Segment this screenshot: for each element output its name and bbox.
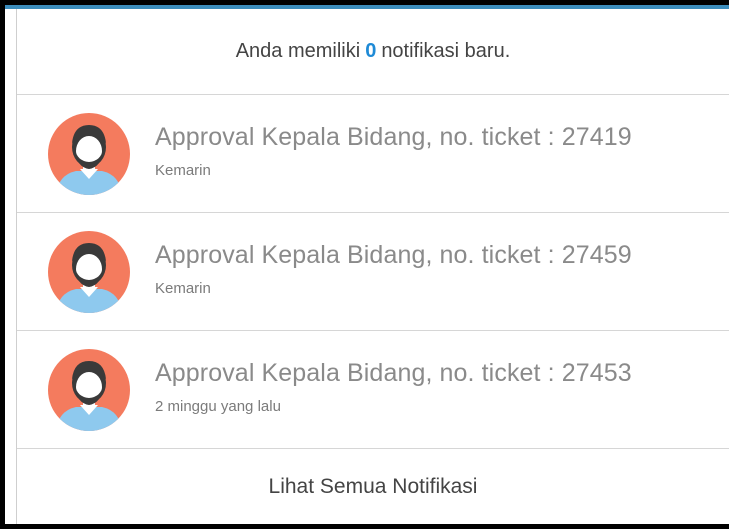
notification-text: Approval Kepala Bidang, no. ticket : 274… xyxy=(155,123,632,179)
user-avatar-icon xyxy=(48,112,130,195)
notification-title: Approval Kepala Bidang, no. ticket : 274… xyxy=(155,358,632,387)
notification-time: 2 minggu yang lalu xyxy=(155,397,281,415)
notification-text: Approval Kepala Bidang, no. ticket : 274… xyxy=(155,241,632,297)
view-all-notifications-link[interactable]: Lihat Semua Notifikasi xyxy=(17,449,729,524)
notification-header: Anda memiliki 0 notifikasi baru. xyxy=(17,9,729,95)
notification-title: Approval Kepala Bidang, no. ticket : 274… xyxy=(155,122,632,151)
notification-item[interactable]: Approval Kepala Bidang, no. ticket : 274… xyxy=(17,95,729,213)
notification-item[interactable]: Approval Kepala Bidang, no. ticket : 274… xyxy=(17,331,729,449)
user-avatar-icon xyxy=(48,348,130,431)
notification-title: Approval Kepala Bidang, no. ticket : 274… xyxy=(155,240,632,269)
notification-time: Kemarin xyxy=(155,279,211,297)
notification-time: Kemarin xyxy=(155,161,211,179)
notification-window-frame: Anda memiliki 0 notifikasi baru. Approva… xyxy=(0,0,729,529)
notification-item[interactable]: Approval Kepala Bidang, no. ticket : 274… xyxy=(17,213,729,331)
user-avatar-icon xyxy=(48,230,130,313)
header-suffix: notifikasi baru. xyxy=(381,40,511,62)
notification-text: Approval Kepala Bidang, no. ticket : 274… xyxy=(155,359,632,415)
notification-count: 0 xyxy=(365,40,377,62)
notification-dropdown: Anda memiliki 0 notifikasi baru. Approva… xyxy=(16,9,729,524)
header-prefix: Anda memiliki xyxy=(235,40,361,62)
